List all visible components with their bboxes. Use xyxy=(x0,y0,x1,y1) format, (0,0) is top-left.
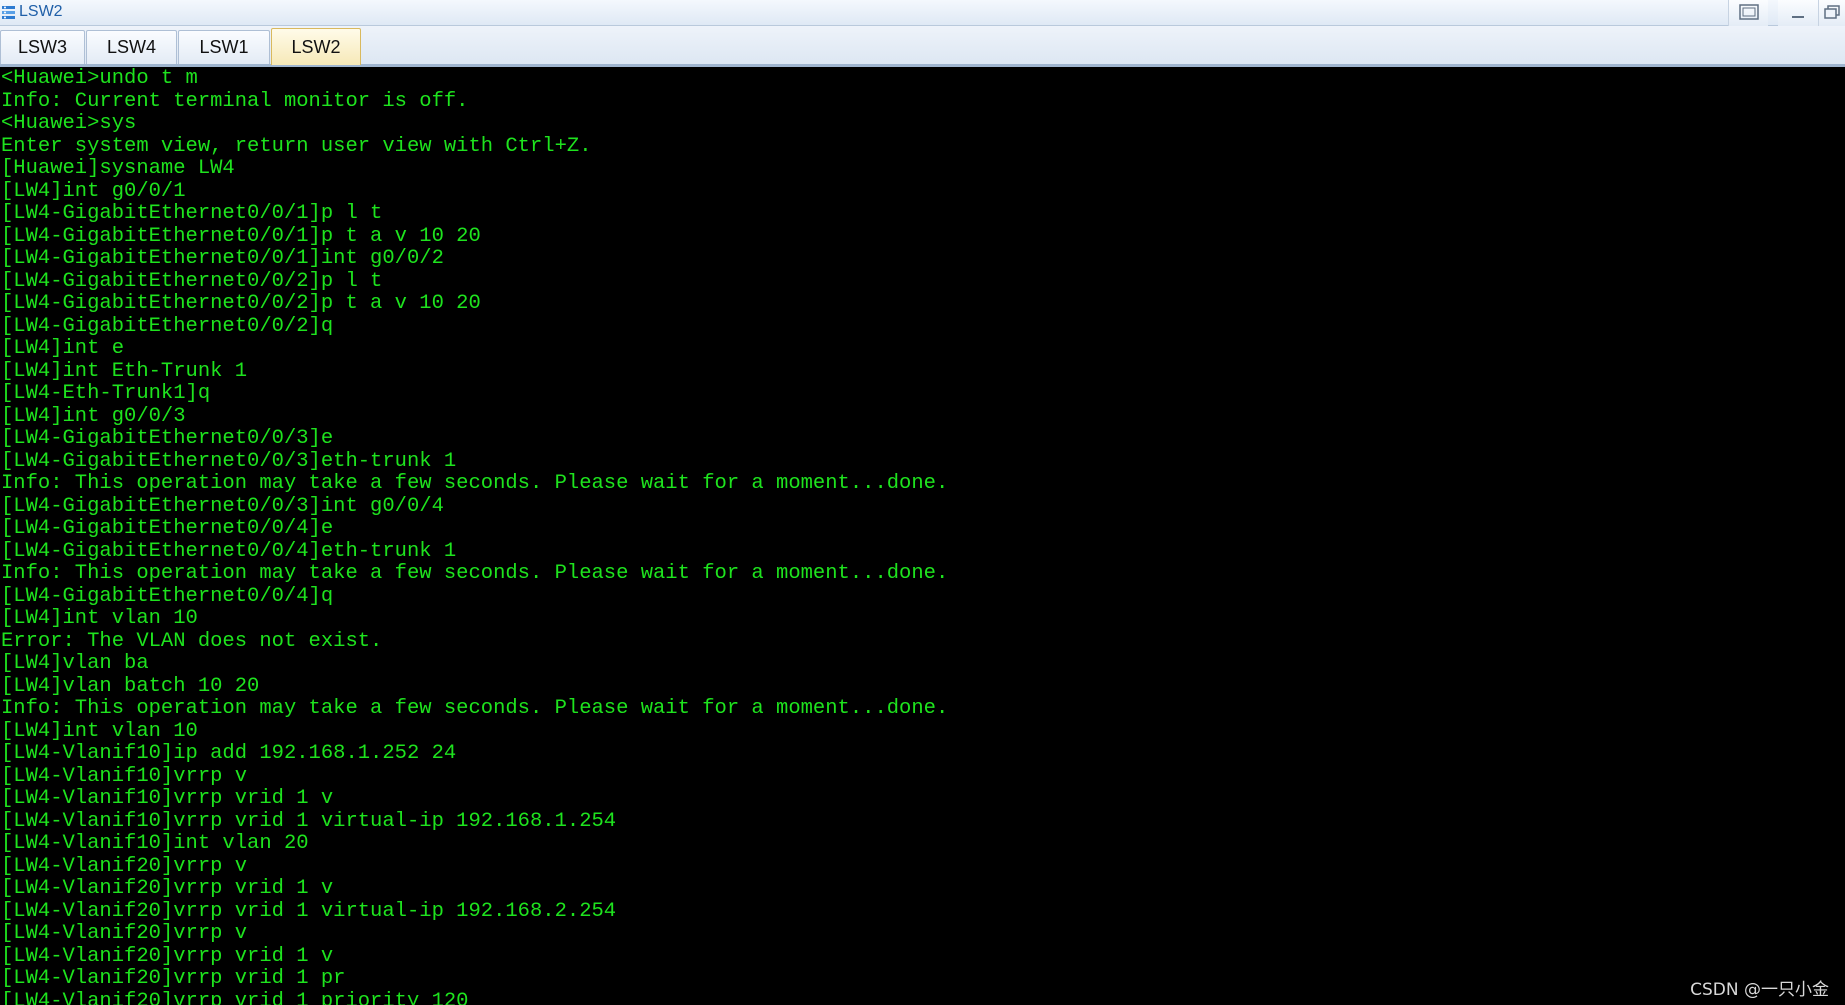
watermark-text: CSDN @一只小金 xyxy=(1690,980,1829,1000)
terminal-line: Info: Current terminal monitor is off. xyxy=(1,89,469,113)
terminal-line: Enter system view, return user view with… xyxy=(1,134,592,158)
terminal-line: [LW4-Vlanif10]int vlan 20 xyxy=(1,832,309,855)
terminal-line: [LW4-Vlanif10]vrrp vrid 1 v xyxy=(1,787,334,810)
network-switch-icon xyxy=(2,6,15,19)
terminal-line: [LW4-GigabitEthernet0/0/1]int g0/0/2 xyxy=(1,247,444,270)
tab-lsw2[interactable]: LSW2 xyxy=(271,28,361,65)
terminal-line: [LW4-Vlanif20]vrrp vrid 1 pr xyxy=(1,967,346,990)
terminal-line: <Huawei>sys xyxy=(1,112,137,135)
terminal-line: [LW4-Eth-Trunk1]q xyxy=(1,382,211,405)
terminal-line: [LW4-Vlanif20]vrrp v xyxy=(1,922,248,945)
terminal-line: [LW4-GigabitEthernet0/0/4]e xyxy=(1,517,334,540)
terminal-line: [LW4]int vlan 10 xyxy=(1,607,198,630)
terminal-line: Error: The VLAN does not exist. xyxy=(1,629,383,653)
terminal-line: [LW4-GigabitEthernet0/0/2]q xyxy=(1,314,334,338)
tab-lsw4[interactable]: LSW4 xyxy=(86,30,177,64)
terminal-line: [LW4]int e xyxy=(1,337,125,360)
terminal-line: [LW4-Vlanif10]vrrp v xyxy=(1,764,248,788)
terminal-line: [LW4-GigabitEthernet0/0/3]eth-trunk 1 xyxy=(1,449,457,473)
terminal-line: [LW4-Vlanif10]vrrp vrid 1 virtual-ip 192… xyxy=(1,809,617,833)
terminal-line: Info: This operation may take a few seco… xyxy=(1,472,949,495)
terminal-line: [LW4-GigabitEthernet0/0/1]p l t xyxy=(1,202,383,225)
terminal-line: [LW4-Vlanif20]vrrp vrid 1 v xyxy=(1,944,334,968)
window-title: LSW2 xyxy=(19,3,63,20)
terminal-console[interactable]: <Huawei>undo t m Info: Current terminal … xyxy=(0,67,1845,1005)
terminal-line: [LW4-Vlanif10]ip add 192.168.1.252 24 xyxy=(1,742,457,765)
terminal-line: [LW4-Vlanif20]vrrp vrid 1 priority 120 xyxy=(1,989,469,1005)
terminal-line: [LW4]int g0/0/1 xyxy=(1,179,186,203)
terminal-line: [LW4-GigabitEthernet0/0/1]p t a v 10 20 xyxy=(1,224,481,248)
terminal-line: <Huawei>undo t m xyxy=(1,67,198,90)
terminal-line: [LW4]int g0/0/3 xyxy=(1,404,186,428)
maximize-button[interactable] xyxy=(1818,0,1845,26)
terminal-line: [LW4]vlan batch 10 20 xyxy=(1,674,260,698)
minimize-button[interactable] xyxy=(1778,0,1818,26)
terminal-line: [LW4-GigabitEthernet0/0/2]p l t xyxy=(1,269,383,293)
terminal-line: [LW4-GigabitEthernet0/0/4]q xyxy=(1,584,334,608)
tab-lsw3[interactable]: LSW3 xyxy=(0,30,85,64)
terminal-line: Info: This operation may take a few seco… xyxy=(1,562,949,585)
terminal-line: [LW4]vlan ba xyxy=(1,652,149,675)
minimize-icon xyxy=(1792,16,1804,18)
terminal-line: [LW4-GigabitEthernet0/0/4]eth-trunk 1 xyxy=(1,539,457,563)
restore-button[interactable] xyxy=(1728,0,1768,26)
terminal-line: [LW4-Vlanif20]vrrp vrid 1 virtual-ip 192… xyxy=(1,899,617,923)
terminal-line: [LW4-GigabitEthernet0/0/3]e xyxy=(1,427,334,450)
terminal-line: [LW4]int vlan 10 xyxy=(1,719,198,743)
device-tab-strip: LSW3 LSW4 LSW1 LSW2 xyxy=(0,26,1845,67)
terminal-line: Info: This operation may take a few seco… xyxy=(1,697,949,720)
tab-lsw1[interactable]: LSW1 xyxy=(178,30,270,64)
terminal-line: [Huawei]sysname LW4 xyxy=(1,157,235,180)
terminal-line: [LW4-GigabitEthernet0/0/2]p t a v 10 20 xyxy=(1,292,481,315)
terminal-line: [LW4-GigabitEthernet0/0/3]int g0/0/4 xyxy=(1,494,444,518)
title-bar[interactable]: LSW2 xyxy=(0,0,1845,26)
terminal-line: [LW4]int Eth-Trunk 1 xyxy=(1,359,248,383)
restore-icon xyxy=(1739,4,1759,20)
app-window: LSW2 LSW3 LSW4 LSW1 LSW2 <Huawei>undo t … xyxy=(0,0,1845,1005)
maximize-icon xyxy=(1824,5,1840,19)
terminal-line: [LW4-Vlanif20]vrrp v xyxy=(1,854,248,878)
terminal-line: [LW4-Vlanif20]vrrp vrid 1 v xyxy=(1,877,334,900)
